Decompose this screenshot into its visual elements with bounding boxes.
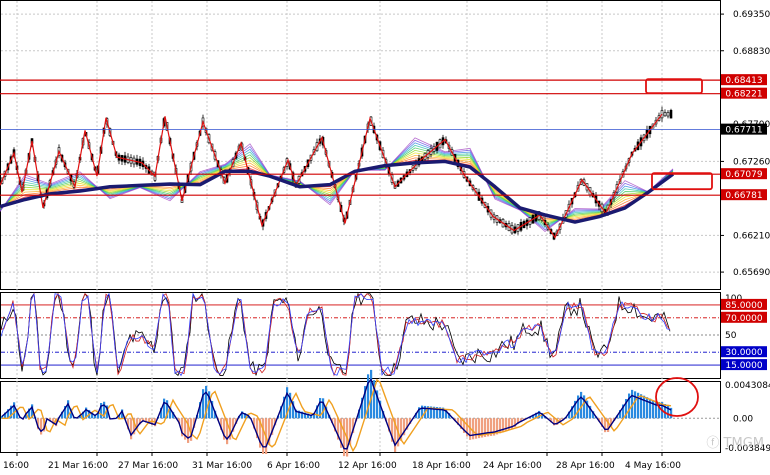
candle-body [663,112,667,117]
time-axis-label: 28 Apr 16:00 [556,461,615,471]
macd-bar [343,418,346,457]
rsi-tag-label: 30.0000 [725,348,762,358]
price-tag-label: 0.66781 [725,191,762,201]
main-panel-frame [0,0,721,290]
time-axis-label: 18 Apr 16:00 [412,461,471,471]
macd-bar [163,398,166,419]
macd-bar [262,418,265,454]
rsi-panel-frame [0,292,721,379]
candle-body [669,109,673,119]
macd-bar [646,397,649,419]
time-axis-label: 12 Apr 16:00 [338,461,397,471]
macd-signal-line [2,378,672,453]
macd-bar [472,418,475,440]
price-tag-label: 0.68413 [725,76,762,86]
watermark-text: TMGM [723,436,764,451]
price-axis-label: 0.67260 [733,157,770,167]
price-tag-label: 0.67711 [725,126,762,136]
time-axis-label: 21 Mar 16:00 [48,461,108,471]
time-axis-label: 27 Mar 16:00 [118,461,178,471]
rsi-tag-label: 70.0000 [725,314,762,324]
time-axis-label: 4 May 16:00 [625,461,681,471]
macd-bar [634,391,637,419]
price-chart-canvas[interactable]: 0.69350 0.68830 0.67260 0.66210 0.65690 0.677… [0,0,770,475]
macd-bar [643,395,646,419]
time-axis-label: 6 Apr 16:00 [267,461,320,471]
macd-axis-top: 0.0043084 [725,381,770,391]
rsi-tag-label: 15.0000 [725,361,762,371]
rsi-axis-mid: 50 [725,331,737,341]
time-axis-label: 24 Apr 16:00 [483,461,542,471]
tmgm-watermark: ⓕ TMGM [706,432,764,451]
macd-bar [475,418,478,439]
candle-body [666,112,670,117]
rsi-tag-label: 85.0000 [725,301,762,311]
price-axis-label: 0.65690 [733,268,770,278]
price-tag-label: 0.68221 [725,90,762,100]
resistance-annotation-box [645,78,703,95]
macd-bar [322,398,325,419]
macd-panel-frame [0,381,721,453]
chart-window[interactable]: 0.69350 0.68830 0.67260 0.66210 0.65690 0.677… [0,0,770,475]
macd-bar [130,418,133,440]
price-axis-label: 0.68830 [733,47,770,57]
price-tag-label: 0.67079 [725,170,762,180]
time-axis-label: 31 Mar 16:00 [192,461,252,471]
macd-axis-zero: 0.00 [733,414,753,424]
time-axis-label: 16:00 [3,461,29,471]
price-axis-label: 0.66210 [733,231,770,241]
macd-bar [640,394,643,419]
price-axis-label: 0.69350 [733,10,770,20]
watermark-logo-icon: ⓕ [706,436,720,451]
